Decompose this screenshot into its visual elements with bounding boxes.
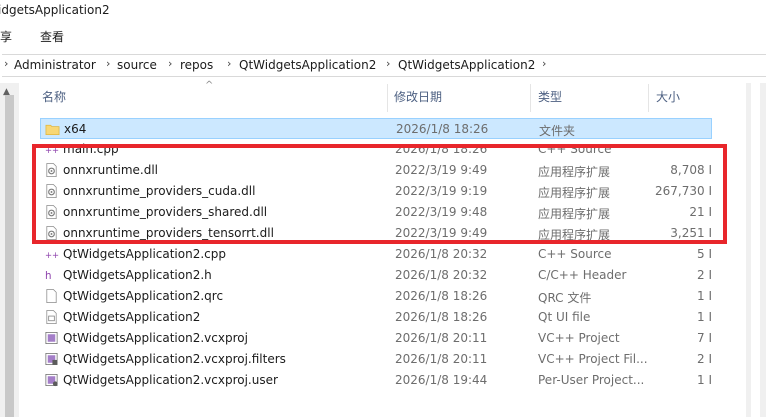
file-type: VC++ Project bbox=[538, 331, 620, 345]
file-type: 文件夹 bbox=[539, 124, 576, 138]
vcxproj-user-icon bbox=[44, 372, 59, 388]
column-header-size[interactable]: 大小 bbox=[656, 88, 680, 105]
file-row[interactable]: QtWidgetsApplication2 2026/1/8 18:26 Qt UI… bbox=[40, 307, 712, 328]
ui-file-icon bbox=[44, 309, 59, 325]
file-modified-date: 2026/1/8 20:11 bbox=[395, 352, 488, 366]
svg-text:++: ++ bbox=[45, 250, 59, 260]
file-modified-date: 2026/1/8 18:26 bbox=[395, 289, 488, 303]
breadcrumb-project[interactable]: QtWidgetsApplication2 bbox=[239, 58, 376, 72]
file-modified-date: 2026/1/8 19:44 bbox=[395, 373, 488, 387]
svg-text:h: h bbox=[45, 270, 52, 282]
file-type: Qt UI file bbox=[538, 310, 591, 324]
file-modified-date: 2026/1/8 18:26 bbox=[396, 122, 489, 136]
file-modified-date: 2026/1/8 18:26 bbox=[395, 310, 488, 324]
file-name: x64 bbox=[64, 122, 87, 136]
file-size: 2 I bbox=[697, 268, 712, 282]
file-row[interactable]: QtWidgetsApplication2.vcxproj.user 2026/1… bbox=[40, 370, 712, 391]
highlight-annotation-box bbox=[32, 144, 727, 244]
nav-pane-scroll-thumb[interactable] bbox=[5, 95, 14, 417]
file-size: 2 I bbox=[697, 352, 712, 366]
file-list-scroll-thumb[interactable] bbox=[751, 83, 760, 417]
tab-share[interactable]: 享 bbox=[0, 28, 12, 45]
file-size: 1 I bbox=[697, 310, 712, 324]
chevron-right-icon[interactable]: › bbox=[106, 57, 110, 70]
breadcrumb-project-folder[interactable]: QtWidgetsApplication2 bbox=[398, 58, 535, 72]
sort-ascending-icon: ^ bbox=[205, 80, 214, 91]
breadcrumb-repos[interactable]: repos bbox=[180, 58, 213, 72]
file-type: QRC 文件 bbox=[538, 291, 592, 305]
column-header-date[interactable]: 修改日期 bbox=[394, 88, 442, 105]
vcxproj-file-icon bbox=[44, 330, 59, 346]
file-row[interactable]: ++ QtWidgetsApplication2.cpp 2026/1/8 20:3… bbox=[40, 244, 712, 265]
chevron-right-icon[interactable]: › bbox=[227, 57, 231, 70]
address-bar[interactable]: › Administrator › source › repos › QtWid… bbox=[2, 54, 766, 77]
column-divider[interactable] bbox=[648, 84, 649, 112]
tab-view[interactable]: 查看 bbox=[40, 28, 64, 45]
cpp-file-icon: ++ bbox=[44, 246, 59, 262]
breadcrumb-administrator[interactable]: Administrator bbox=[14, 58, 96, 72]
folder-icon bbox=[45, 121, 60, 137]
file-modified-date: 2026/1/8 20:32 bbox=[395, 247, 488, 261]
file-size: 5 I bbox=[697, 247, 712, 261]
file-name: QtWidgetsApplication2.cpp bbox=[63, 247, 226, 261]
file-name: QtWidgetsApplication2 bbox=[63, 310, 201, 324]
chevron-right-icon: › bbox=[4, 57, 9, 70]
file-name: QtWidgetsApplication2.vcxproj bbox=[63, 331, 248, 345]
breadcrumb-source[interactable]: source bbox=[117, 58, 157, 72]
chevron-right-icon[interactable]: › bbox=[386, 57, 390, 70]
file-name: QtWidgetsApplication2.qrc bbox=[63, 289, 224, 303]
file-name: QtWidgetsApplication2.vcxproj.filters bbox=[63, 352, 286, 366]
ribbon-tabs: 享 查看 bbox=[0, 24, 766, 48]
column-divider[interactable] bbox=[530, 84, 531, 112]
file-type: C/C++ Header bbox=[538, 268, 627, 282]
column-header-type[interactable]: 类型 bbox=[538, 88, 562, 105]
file-row[interactable]: h QtWidgetsApplication2.h 2026/1/8 20:32 C/… bbox=[40, 265, 712, 286]
file-type: C++ Source bbox=[538, 247, 612, 261]
file-modified-date: 2026/1/8 20:11 bbox=[395, 331, 488, 345]
column-header-name[interactable]: 名称 bbox=[42, 88, 66, 105]
file-name: QtWidgetsApplication2.vcxproj.user bbox=[63, 373, 278, 387]
header-file-icon: h bbox=[44, 267, 59, 283]
file-size: 7 I bbox=[697, 331, 712, 345]
file-size: 1 I bbox=[697, 373, 712, 387]
file-row[interactable]: x64 2026/1/8 18:26 文件夹 bbox=[40, 118, 712, 139]
window-title: idgetsApplication2 bbox=[0, 3, 110, 17]
blank-file-icon bbox=[44, 288, 59, 304]
column-divider[interactable] bbox=[387, 84, 388, 112]
file-modified-date: 2026/1/8 20:32 bbox=[395, 268, 488, 282]
file-name: QtWidgetsApplication2.h bbox=[63, 268, 212, 282]
file-row[interactable]: QtWidgetsApplication2.vcxproj 2026/1/8 20… bbox=[40, 328, 712, 349]
file-type: VC++ Project Fil... bbox=[538, 352, 648, 366]
vcxproj-filters-icon bbox=[44, 351, 59, 367]
chevron-right-icon[interactable]: › bbox=[542, 57, 546, 70]
file-type: Per-User Project... bbox=[538, 373, 645, 387]
chevron-right-icon[interactable]: › bbox=[168, 57, 172, 70]
file-size: 1 I bbox=[697, 289, 712, 303]
file-row[interactable]: QtWidgetsApplication2.qrc 2026/1/8 18:26 Q… bbox=[40, 286, 712, 307]
file-row[interactable]: QtWidgetsApplication2.vcxproj.filters 202… bbox=[40, 349, 712, 370]
